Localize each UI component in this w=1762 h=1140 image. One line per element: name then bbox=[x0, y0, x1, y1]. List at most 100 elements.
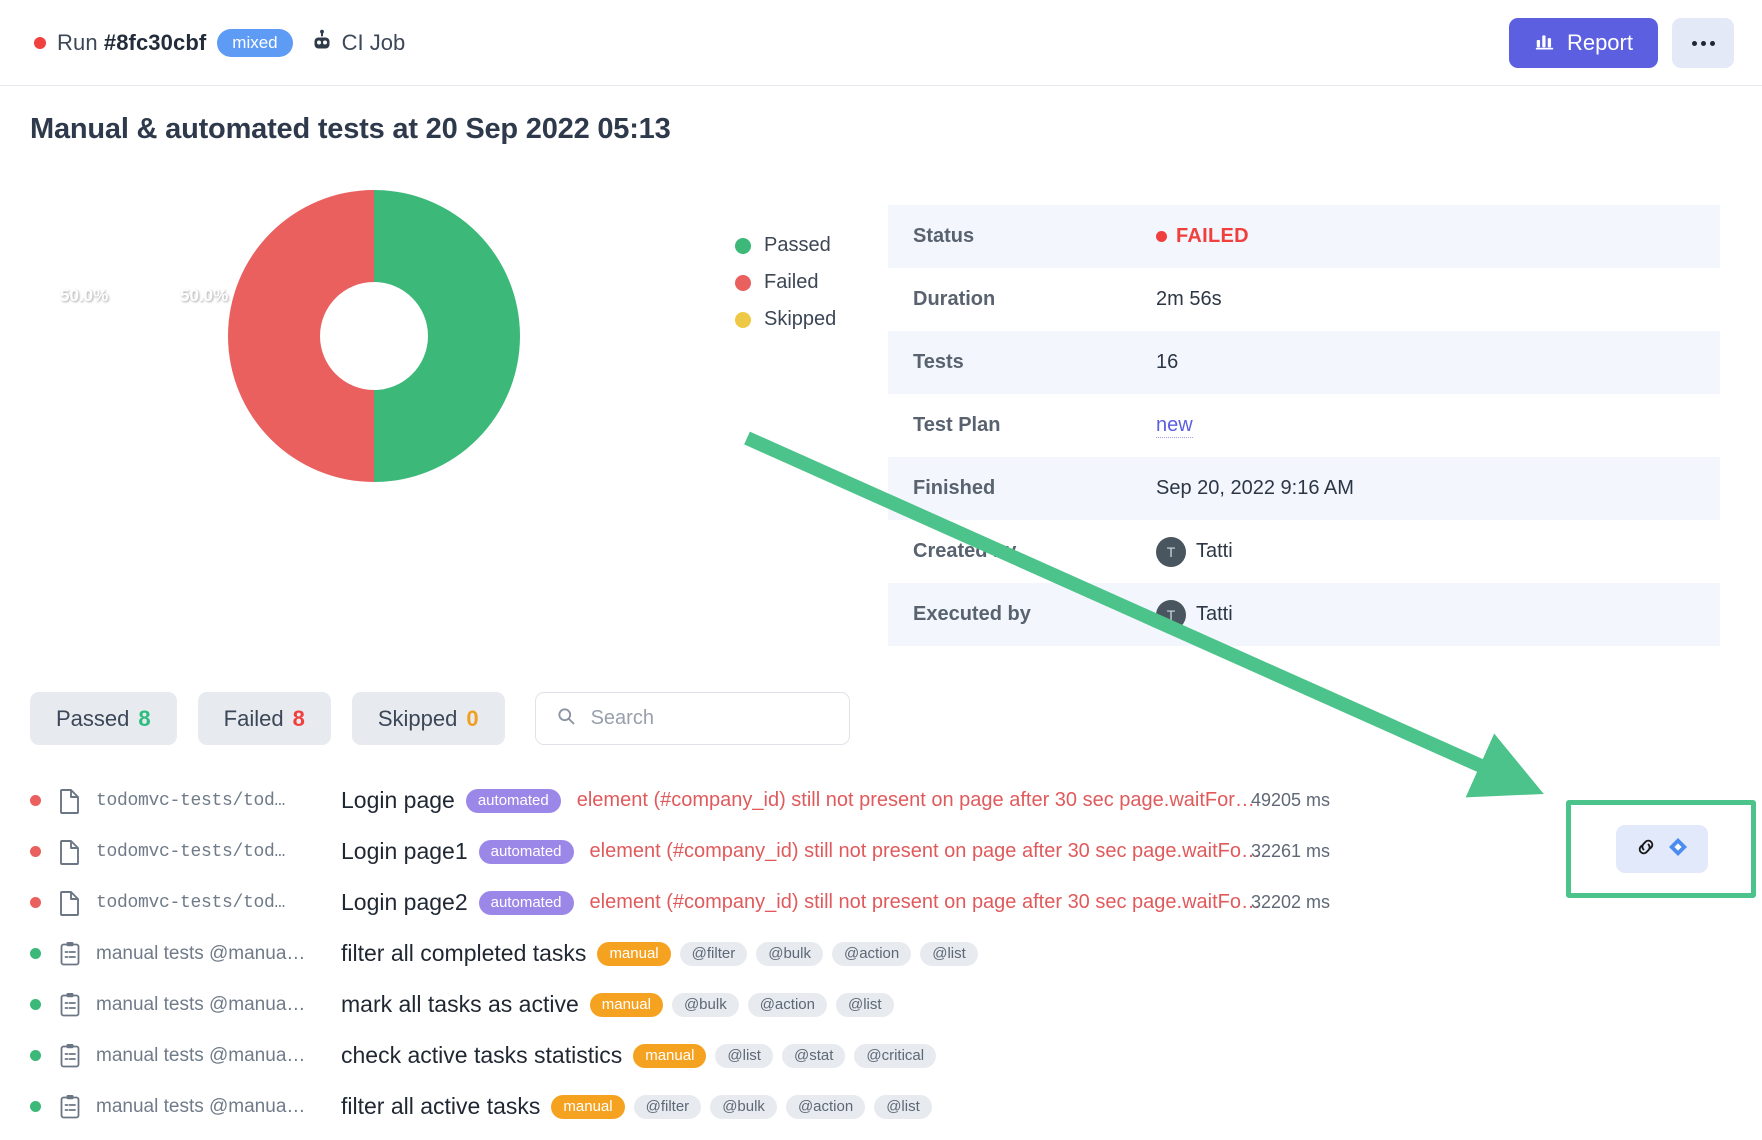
test-name[interactable]: mark all tasks as active bbox=[341, 991, 579, 1018]
ci-job-chip[interactable]: CI Job bbox=[310, 29, 406, 58]
test-name[interactable]: filter all active tasks bbox=[341, 1093, 540, 1120]
legend-item-skipped[interactable]: Skipped bbox=[735, 301, 836, 338]
filter-passed-count: 8 bbox=[138, 705, 151, 731]
info-value-created-by: T Tatti bbox=[1156, 536, 1233, 567]
test-name[interactable]: Login page bbox=[341, 787, 455, 814]
donut-hole bbox=[320, 282, 428, 390]
test-tag[interactable]: automated bbox=[478, 839, 574, 864]
row-actions-button[interactable] bbox=[1616, 825, 1708, 873]
test-tag[interactable]: manual bbox=[633, 1043, 707, 1068]
run-id-label: #8fc30cbf bbox=[103, 30, 207, 55]
test-row[interactable]: todomvc-tests/tod… Login page2 automated el… bbox=[30, 877, 1730, 928]
top-bar-actions: Report bbox=[1508, 0, 1734, 86]
test-status-dot bbox=[30, 795, 41, 806]
info-row-executed-by: Executed by T Tatti bbox=[888, 583, 1720, 646]
info-key-duration: Duration bbox=[913, 288, 996, 310]
test-tag[interactable]: @list bbox=[874, 1094, 932, 1119]
filter-failed-count: 8 bbox=[292, 705, 305, 731]
clipboard-icon bbox=[57, 1094, 83, 1120]
test-tag[interactable]: @bulk bbox=[671, 992, 739, 1017]
test-tag[interactable]: @list bbox=[835, 992, 894, 1017]
legend-dot-passed bbox=[735, 237, 751, 254]
dot-3 bbox=[1709, 40, 1715, 46]
test-tag[interactable]: @bulk bbox=[756, 941, 823, 966]
test-tag[interactable]: automated bbox=[465, 788, 561, 813]
test-tag[interactable]: @critical bbox=[854, 1043, 937, 1068]
jira-icon[interactable] bbox=[1666, 835, 1690, 864]
test-name[interactable]: filter all completed tasks bbox=[341, 940, 586, 967]
report-button[interactable]: Report bbox=[1508, 18, 1658, 68]
test-error-message: element (#company_id) still not present … bbox=[589, 840, 1261, 862]
results-donut-chart bbox=[228, 190, 520, 482]
info-row-duration: Duration 2m 56s bbox=[888, 268, 1720, 331]
test-row[interactable]: manual tests @manua… filter all active ta… bbox=[30, 1081, 1730, 1132]
legend-label-passed: Passed bbox=[764, 234, 831, 256]
info-value-tests: 16 bbox=[1156, 351, 1179, 373]
test-tag[interactable]: @list bbox=[715, 1043, 773, 1068]
test-status-dot bbox=[30, 1101, 41, 1112]
filter-failed-button[interactable]: Failed 8 bbox=[197, 692, 331, 745]
file-icon bbox=[57, 890, 83, 916]
run-prefix-label: Run bbox=[57, 30, 104, 55]
page-title: Manual & automated tests at 20 Sep 2022 … bbox=[30, 113, 671, 145]
legend-item-passed[interactable]: Passed bbox=[735, 227, 836, 264]
test-tag[interactable]: @action bbox=[785, 1094, 866, 1119]
ci-job-label: CI Job bbox=[341, 30, 406, 55]
test-tag[interactable]: @filter bbox=[633, 1094, 702, 1119]
created-by-name: Tatti bbox=[1196, 540, 1233, 562]
run-title: Run #8fc30cbf bbox=[57, 30, 206, 56]
top-bar: Run #8fc30cbf mixed CI Job Report bbox=[0, 0, 1762, 86]
clipboard-icon bbox=[57, 992, 83, 1018]
link-icon[interactable] bbox=[1634, 835, 1658, 864]
legend-label-failed: Failed bbox=[764, 271, 819, 293]
test-tag[interactable]: @filter bbox=[679, 941, 748, 966]
filter-failed-label: Failed bbox=[223, 705, 284, 731]
test-path: todomvc-tests/tod… bbox=[96, 790, 286, 811]
test-status-dot bbox=[30, 846, 41, 857]
info-value-status: FAILED bbox=[1156, 225, 1249, 248]
robot-icon bbox=[310, 29, 334, 58]
run-info-table: Status FAILED Duration 2m 56s Tests 16 T… bbox=[888, 205, 1720, 646]
test-tag[interactable]: @stat bbox=[781, 1043, 846, 1068]
report-button-label: Report bbox=[1566, 30, 1633, 55]
info-value-duration: 2m 56s bbox=[1156, 288, 1222, 310]
test-plan-link[interactable]: new bbox=[1156, 414, 1193, 438]
search-input[interactable] bbox=[590, 707, 811, 730]
test-path: todomvc-tests/tod… bbox=[96, 892, 286, 913]
test-tag[interactable]: manual bbox=[589, 992, 663, 1017]
filter-skipped-count: 0 bbox=[466, 705, 479, 731]
test-row[interactable]: manual tests @manua… mark all tasks as ac… bbox=[30, 979, 1730, 1030]
status-dot-icon bbox=[1156, 231, 1167, 242]
test-name[interactable]: check active tasks statistics bbox=[341, 1042, 622, 1069]
test-tag[interactable]: @bulk bbox=[710, 1094, 777, 1119]
clipboard-icon bbox=[57, 1043, 83, 1069]
test-tag[interactable]: @action bbox=[747, 992, 827, 1017]
test-status-dot bbox=[30, 1050, 41, 1061]
test-path: todomvc-tests/tod… bbox=[96, 841, 286, 862]
test-row[interactable]: manual tests @manua… filter all completed… bbox=[30, 928, 1730, 979]
test-status-dot bbox=[30, 948, 41, 959]
filter-passed-button[interactable]: Passed 8 bbox=[30, 692, 177, 745]
run-summary: Run #8fc30cbf mixed CI Job bbox=[34, 0, 405, 86]
info-row-test-plan: Test Plan new bbox=[888, 394, 1720, 457]
test-path: manual tests @manua… bbox=[96, 942, 306, 964]
search-box[interactable] bbox=[534, 692, 850, 745]
test-tag[interactable]: @list bbox=[920, 941, 978, 966]
test-row[interactable]: manual tests @manua… check active tasks s… bbox=[30, 1030, 1730, 1081]
run-type-badge: mixed bbox=[217, 29, 293, 57]
info-key-tests: Tests bbox=[913, 351, 964, 373]
legend-item-failed[interactable]: Failed bbox=[735, 264, 836, 301]
test-row[interactable]: todomvc-tests/tod… Login page1 automated el… bbox=[30, 826, 1730, 877]
legend-dot-skipped bbox=[735, 311, 751, 328]
info-value-executed-by: T Tatti bbox=[1156, 599, 1233, 630]
test-path: manual tests @manua… bbox=[96, 1095, 306, 1117]
test-tag[interactable]: manual bbox=[597, 941, 671, 966]
filter-skipped-button[interactable]: Skipped 0 bbox=[351, 692, 505, 745]
test-tag[interactable]: automated bbox=[478, 890, 574, 915]
test-tag[interactable]: @action bbox=[831, 941, 912, 966]
test-name[interactable]: Login page2 bbox=[341, 889, 468, 916]
test-tag[interactable]: manual bbox=[551, 1094, 625, 1119]
test-name[interactable]: Login page1 bbox=[341, 838, 468, 865]
more-options-button[interactable] bbox=[1672, 18, 1734, 68]
test-row[interactable]: todomvc-tests/tod… Login page automated ele… bbox=[30, 775, 1730, 826]
